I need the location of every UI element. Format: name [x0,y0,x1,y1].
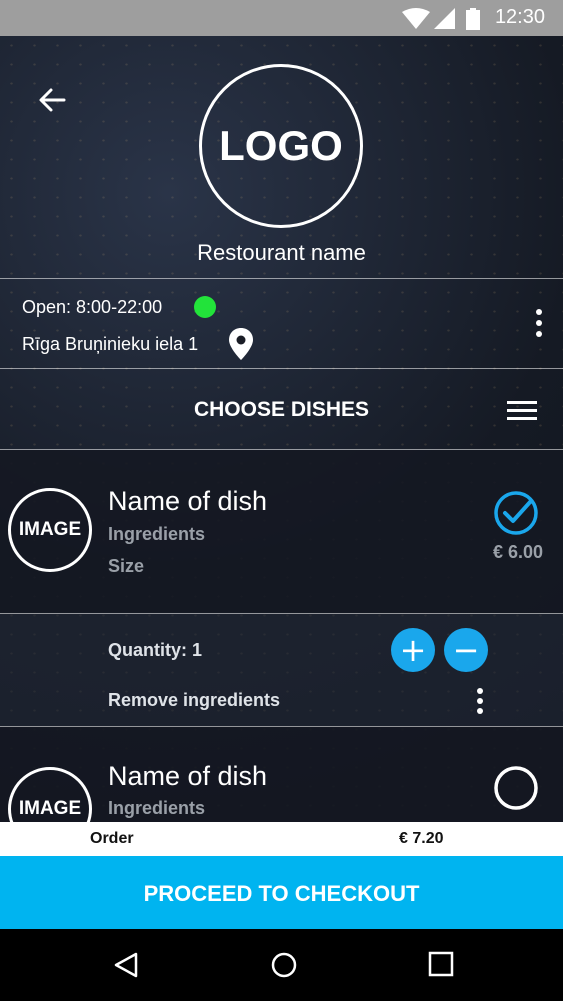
battery-icon [466,8,480,30]
menu-icon[interactable] [507,401,537,425]
proceed-to-checkout-button[interactable]: PROCEED TO CHECKOUT [0,856,563,929]
wifi-icon [402,8,430,29]
ingredients-options-icon[interactable] [477,688,485,718]
quantity-label: Quantity: 1 [108,640,203,660]
address: Rīga Bruņinieku iela 1 [22,334,199,354]
dish-name: Name of dish [108,486,268,516]
status-time: 12:30 [494,6,545,28]
dish-options: Quantity: 1 + − Remove ingredients [0,614,563,726]
home-nav-icon[interactable] [270,951,298,979]
dish-item[interactable]: IMAGE Name of dish Ingredients Size € 6.… [0,450,563,612]
dish-image-placeholder: IMAGE [8,488,92,572]
back-nav-icon[interactable] [113,951,139,979]
dish-ingredients: Ingredients [108,524,206,544]
restaurant-info: Open: 8:00-22:00 Rīga Bruņinieku iela 1 [0,279,563,368]
open-status-indicator [194,296,216,318]
order-summary-bar: Order € 7.20 [0,822,563,856]
status-bar: 12:30 [0,0,563,36]
unselected-circle-icon[interactable] [493,765,539,811]
android-nav-bar [0,929,563,1001]
remove-ingredients-label[interactable]: Remove ingredients [108,690,280,711]
open-hours: Open: 8:00-22:00 [22,297,163,317]
back-arrow-icon[interactable] [32,80,72,120]
increase-quantity-button[interactable]: + [391,628,435,672]
section-title: CHOOSE DISHES [193,398,370,421]
choose-dishes-header: CHOOSE DISHES [0,369,563,449]
signal-icon [434,8,455,29]
decrease-quantity-button[interactable]: − [444,628,488,672]
restaurant-header: LOGO Restourant name [0,36,563,278]
recents-nav-icon[interactable] [428,951,454,977]
location-pin-icon[interactable] [229,328,253,360]
order-label: Order [90,830,134,847]
dish-name: Name of dish [108,761,268,791]
restaurant-logo: LOGO [199,64,363,228]
order-total: € 7.20 [399,830,444,847]
dish-ingredients: Ingredients [108,798,206,818]
more-options-icon[interactable] [535,309,543,341]
restaurant-name: Restourant name [197,240,366,265]
selected-check-icon[interactable] [493,490,539,536]
dish-size: Size [108,556,145,576]
app-screen: 12:30 LOGO Restourant name Open: 8:00-22… [0,0,563,1001]
dish-price: € 6.00 [492,542,543,562]
